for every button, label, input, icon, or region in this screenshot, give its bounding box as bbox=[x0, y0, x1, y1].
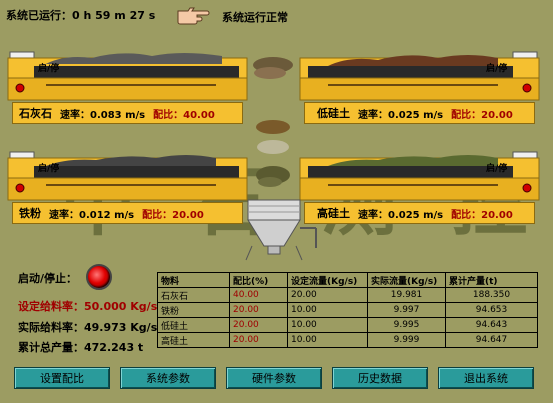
feeder-info-panel: 低硅土 速率：0.025 m/s 配比：20.00 bbox=[304, 102, 535, 124]
table-row: 高硅土 20.00 10.00 9.999 94.647 bbox=[157, 332, 538, 348]
cell-actual-flow: 9.995 bbox=[367, 317, 446, 333]
mixer-hopper bbox=[245, 199, 317, 261]
set-ratio-button[interactable]: 设置配比 bbox=[14, 367, 110, 389]
table-row: 石灰石 40.00 20.00 19.981 188.350 bbox=[157, 287, 538, 303]
cell-set-flow: 10.00 bbox=[287, 302, 368, 318]
speed-label: 速率： bbox=[49, 209, 79, 221]
ratio-label: 配比： bbox=[153, 109, 184, 121]
feeder-info-panel: 石灰石 速率：0.083 m/s 配比：40.00 bbox=[12, 102, 243, 124]
feeder-info-panel: 高硅土 速率：0.025 m/s 配比：20.00 bbox=[304, 202, 535, 224]
start-stop-label[interactable]: 启/停 bbox=[486, 161, 507, 174]
top-bar: 系统已运行：0 h 59 m 27 s 系统运行正常 bbox=[0, 0, 553, 30]
total-output-label: 累计总产量： bbox=[18, 341, 84, 354]
feeder-limestone: 启/停 石灰石 速率：0.083 m/s 配比：40.00 bbox=[6, 48, 249, 130]
cell-total: 94.653 bbox=[445, 302, 538, 318]
cell-ratio[interactable]: 40.00 bbox=[229, 287, 288, 303]
column-header: 累计产量(t) bbox=[445, 272, 538, 288]
cell-ratio[interactable]: 20.00 bbox=[229, 317, 288, 333]
start-stop-label: 启动/停止： bbox=[18, 272, 78, 285]
system-params-button[interactable]: 系统参数 bbox=[120, 367, 216, 389]
actual-rate-label: 实际给料率： bbox=[18, 321, 84, 334]
table-header-row: 物料 配比(%) 设定流量(Kg/s) 实际流量(Kg/s) 累计产量(t) bbox=[157, 272, 538, 288]
cell-material: 铁粉 bbox=[157, 302, 230, 318]
cell-ratio[interactable]: 20.00 bbox=[229, 302, 288, 318]
column-header: 配比(%) bbox=[229, 272, 288, 288]
hardware-params-button[interactable]: 硬件参数 bbox=[226, 367, 322, 389]
feeder-name: 低硅土 bbox=[317, 107, 350, 120]
cell-set-flow: 10.00 bbox=[287, 317, 368, 333]
exit-system-button[interactable]: 退出系统 bbox=[438, 367, 534, 389]
cell-total: 188.350 bbox=[445, 287, 538, 303]
pointing-hand-icon bbox=[177, 7, 210, 25]
ratio-value: 20.00 bbox=[172, 209, 204, 221]
speed-label: 速率： bbox=[358, 109, 388, 121]
table-row: 铁粉 20.00 10.00 9.997 94.653 bbox=[157, 302, 538, 318]
cell-actual-flow: 19.981 bbox=[367, 287, 446, 303]
speed-value: 0.025 m/s bbox=[388, 209, 444, 221]
cell-material: 石灰石 bbox=[157, 287, 230, 303]
ratio-value: 40.00 bbox=[183, 109, 215, 121]
set-rate-value[interactable]: 50.000 Kg/s bbox=[84, 300, 157, 313]
speed-value: 0.083 m/s bbox=[90, 109, 146, 121]
ratio-value: 20.00 bbox=[481, 209, 513, 221]
material-piles bbox=[253, 57, 293, 187]
ratio-label: 配比： bbox=[451, 109, 482, 121]
start-stop-label[interactable]: 启/停 bbox=[38, 61, 59, 74]
speed-value: 0.025 m/s bbox=[388, 109, 444, 121]
cell-material: 高硅土 bbox=[157, 332, 230, 348]
feeder-low-silica: 启/停 低硅土 速率：0.025 m/s 配比：20.00 bbox=[298, 48, 541, 130]
cell-actual-flow: 9.997 bbox=[367, 302, 446, 318]
actual-rate-row: 实际给料率：49.973 Kg/s bbox=[18, 319, 157, 335]
actual-rate-value: 49.973 Kg/s bbox=[84, 321, 158, 334]
feeder-info-panel: 铁粉 速率：0.012 m/s 配比：20.00 bbox=[12, 202, 243, 224]
cell-ratio[interactable]: 20.00 bbox=[229, 332, 288, 348]
history-data-button[interactable]: 历史数据 bbox=[332, 367, 428, 389]
set-rate-row: 设定给料率：50.000 Kg/s bbox=[18, 298, 157, 314]
set-rate-label: 设定给料率： bbox=[18, 300, 84, 313]
cell-actual-flow: 9.999 bbox=[367, 332, 446, 348]
column-header: 实际流量(Kg/s) bbox=[367, 272, 446, 288]
runtime-text: 系统已运行：0 h 59 m 27 s bbox=[6, 9, 156, 22]
start-stop-label[interactable]: 启/停 bbox=[38, 161, 59, 174]
system-status-text: 系统运行正常 bbox=[222, 11, 288, 24]
feeder-iron-powder: 启/停 铁粉 速率：0.012 m/s 配比：20.00 bbox=[6, 148, 249, 230]
total-output-value: 472.243 t bbox=[84, 341, 144, 354]
column-header: 物料 bbox=[157, 272, 230, 288]
start-stop-label[interactable]: 启/停 bbox=[486, 61, 507, 74]
feeder-name: 石灰石 bbox=[19, 107, 52, 120]
run-indicator-button[interactable] bbox=[86, 264, 112, 290]
ratio-label: 配比： bbox=[142, 209, 173, 221]
feeder-name: 铁粉 bbox=[19, 207, 41, 220]
speed-label: 速率： bbox=[358, 209, 388, 221]
speed-value: 0.012 m/s bbox=[79, 209, 135, 221]
cell-total: 94.647 bbox=[445, 332, 538, 348]
column-header: 设定流量(Kg/s) bbox=[287, 272, 368, 288]
cell-material: 低硅土 bbox=[157, 317, 230, 333]
material-table: 物料 配比(%) 设定流量(Kg/s) 实际流量(Kg/s) 累计产量(t) 石… bbox=[157, 272, 538, 348]
cell-set-flow: 10.00 bbox=[287, 332, 368, 348]
cell-set-flow: 20.00 bbox=[287, 287, 368, 303]
ratio-label: 配比： bbox=[451, 209, 482, 221]
feeder-high-silica: 启/停 高硅土 速率：0.025 m/s 配比：20.00 bbox=[298, 148, 541, 230]
speed-label: 速率： bbox=[60, 109, 90, 121]
ratio-value: 20.00 bbox=[481, 109, 513, 121]
feeder-name: 高硅土 bbox=[317, 207, 350, 220]
table-row: 低硅土 20.00 10.00 9.995 94.643 bbox=[157, 317, 538, 333]
total-output-row: 累计总产量：472.243 t bbox=[18, 339, 143, 355]
cell-total: 94.643 bbox=[445, 317, 538, 333]
